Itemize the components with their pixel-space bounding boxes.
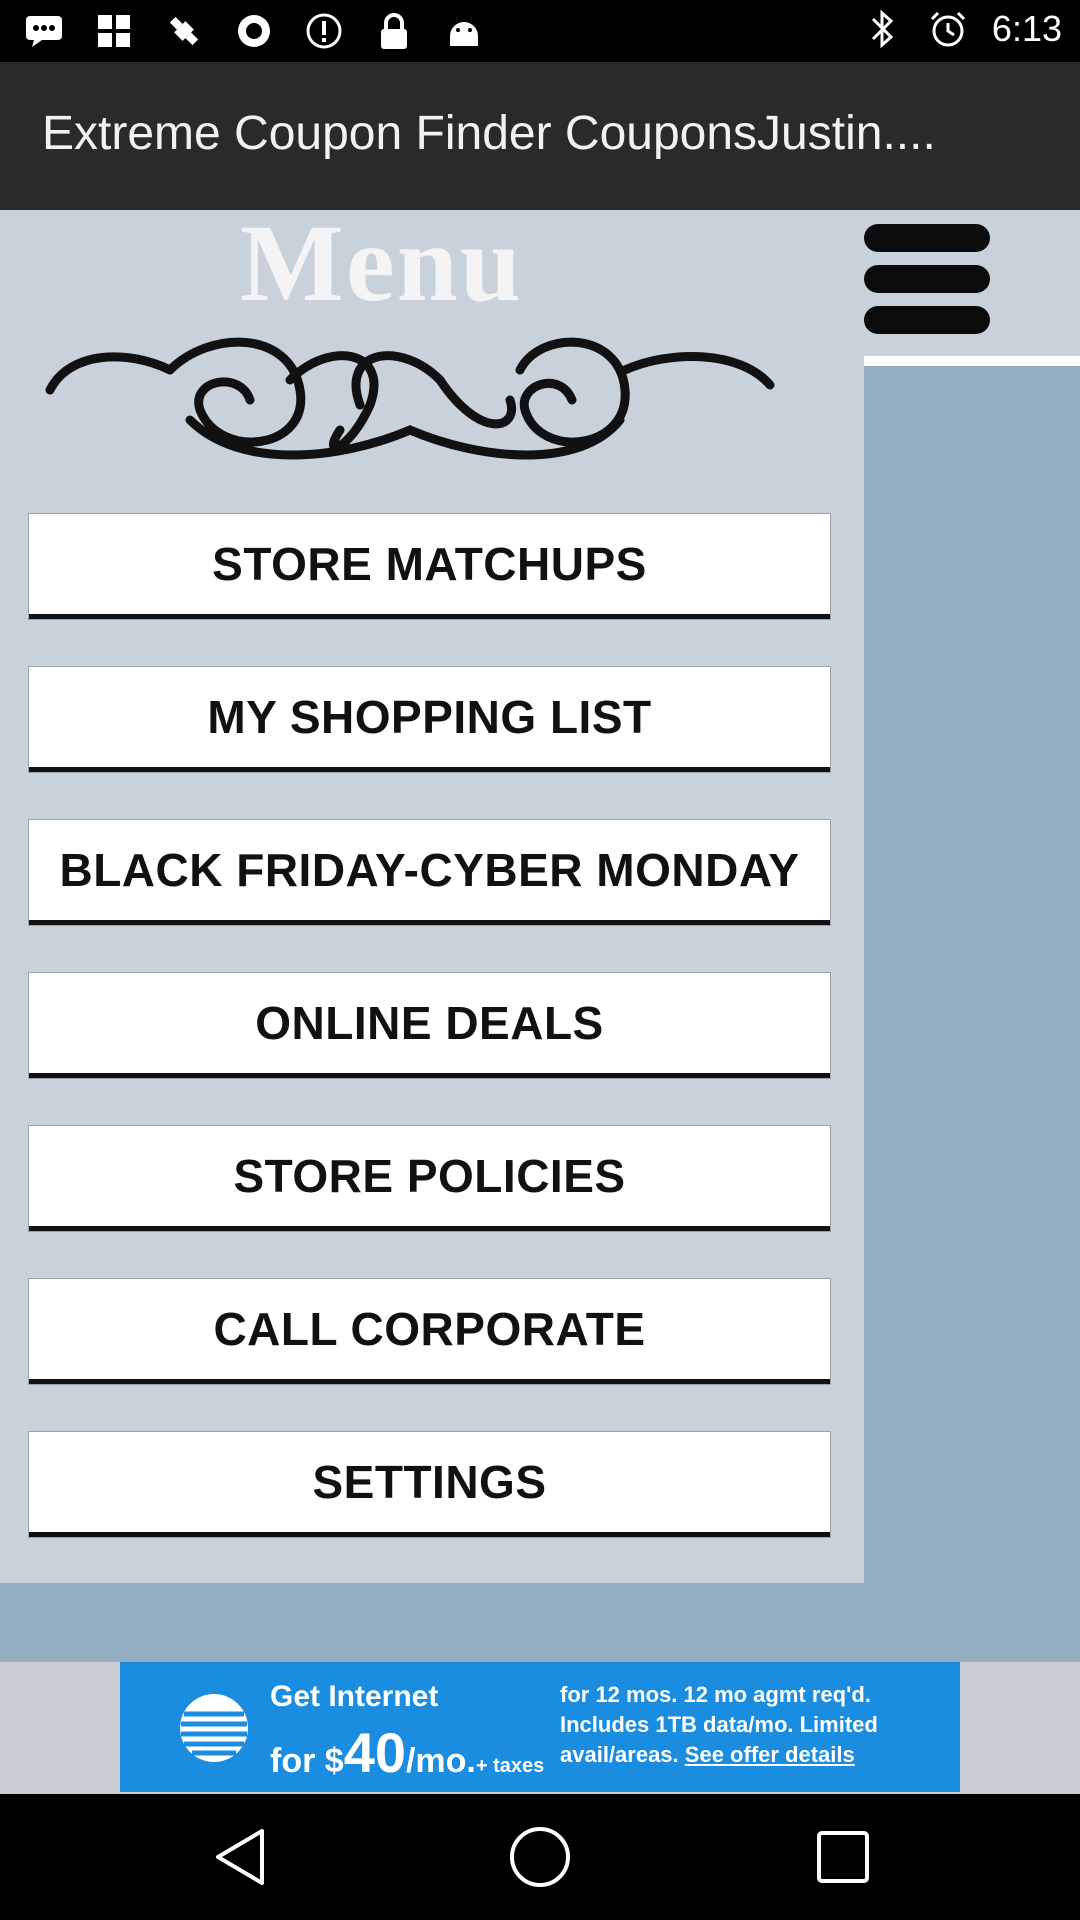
ad-strip: Get Internet for $40/mo.+ taxes for 12 m…	[0, 1662, 1080, 1794]
ad-detail-text: avail/areas.	[560, 1742, 679, 1767]
ad-banner[interactable]: Get Internet for $40/mo.+ taxes for 12 m…	[120, 1662, 960, 1792]
alarm-icon	[926, 8, 970, 50]
menu-item-my-shopping-list[interactable]: MY SHOPPING LIST	[29, 667, 830, 772]
menu-item-call-corporate[interactable]: CALL CORPORATE	[29, 1279, 830, 1384]
hamburger-menu-button[interactable]	[864, 210, 1080, 366]
ad-price-number: 40	[343, 1721, 406, 1784]
menu-item-online-deals[interactable]: ONLINE DEALS	[29, 973, 830, 1078]
android-icon	[442, 10, 486, 52]
status-icons-right: 6:13	[860, 8, 1062, 50]
home-button[interactable]	[505, 1822, 575, 1892]
main-content: Menu STORE MATCHUPS MY SHOPPING LIST BLA…	[0, 202, 1080, 1662]
recents-button[interactable]	[808, 1822, 878, 1892]
grid-icon	[92, 10, 136, 52]
status-bar: 6:13	[0, 0, 1080, 62]
navigation-bar	[0, 1794, 1080, 1920]
messages-icon	[22, 10, 66, 52]
menu-item-store-policies[interactable]: STORE POLICIES	[29, 1126, 830, 1231]
app-bar: Extreme Coupon Finder CouponsJustin....	[0, 62, 1080, 210]
menu-item-settings[interactable]: SETTINGS	[29, 1432, 830, 1537]
back-icon	[216, 1829, 264, 1885]
menu-panel: Menu STORE MATCHUPS MY SHOPPING LIST BLA…	[0, 202, 864, 1583]
home-icon	[510, 1827, 570, 1887]
recents-icon	[817, 1831, 869, 1883]
att-globe-icon	[180, 1694, 248, 1762]
ad-price-note: + taxes	[475, 1755, 545, 1777]
ad-offer-link[interactable]: See offer details	[685, 1742, 855, 1767]
bluetooth-icon	[860, 8, 904, 50]
location-icon	[232, 10, 276, 52]
menu-item-store-matchups[interactable]: STORE MATCHUPS	[29, 514, 830, 619]
menu-heading: Menu	[240, 202, 523, 324]
hamburger-line	[864, 306, 990, 334]
hamburger-line	[864, 265, 990, 293]
ad-price-line: for $40/mo.+ taxes	[270, 1720, 544, 1785]
status-icons-left	[22, 10, 486, 52]
ad-detail-line: for 12 mos. 12 mo agmt req'd.	[560, 1682, 871, 1707]
clock-time: 6:13	[991, 8, 1062, 49]
ad-detail-line: avail/areas. See offer details	[560, 1740, 878, 1770]
ad-price-suffix: /mo.	[405, 1742, 476, 1780]
fake-gps-icon	[162, 10, 206, 52]
lock-icon	[372, 10, 416, 52]
ad-headline: Get Internet	[270, 1680, 439, 1713]
app-title: Extreme Coupon Finder CouponsJustin....	[42, 107, 936, 160]
info-icon	[302, 10, 346, 52]
back-button[interactable]	[205, 1822, 275, 1892]
hamburger-line	[864, 224, 990, 252]
ad-price-prefix: for $	[270, 1742, 344, 1780]
ornament-flourish	[45, 337, 775, 460]
menu-item-black-friday-cyber-monday[interactable]: BLACK FRIDAY-CYBER MONDAY	[29, 820, 830, 925]
ad-details: for 12 mos. 12 mo agmt req'd. Includes 1…	[560, 1680, 878, 1770]
ad-detail-line: Includes 1TB data/mo. Limited	[560, 1712, 878, 1737]
